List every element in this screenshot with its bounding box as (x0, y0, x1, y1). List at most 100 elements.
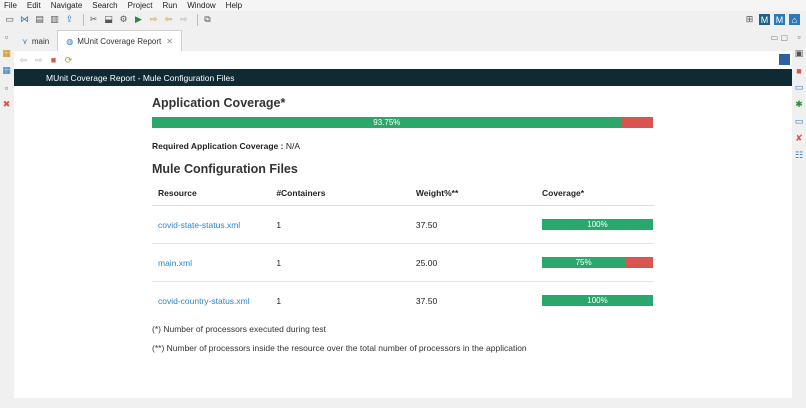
console-icon[interactable]: ▭ (794, 82, 805, 93)
perspective-switcher: ⊞ M M ⌂ (740, 14, 800, 25)
tools-icon[interactable]: ✂ (88, 14, 99, 25)
tab-munit-coverage-report[interactable]: ◍ MUnit Coverage Report ✕ (57, 30, 182, 51)
coverage-bar: 75% (542, 257, 653, 268)
resource-link[interactable]: covid-country-status.xml (158, 296, 250, 306)
column-header-containers: #Containers (270, 181, 410, 206)
mule-connect-icon[interactable]: ⋈ (19, 14, 30, 25)
table-header-row: Resource #Containers Weight%** Coverage* (152, 181, 654, 206)
application-coverage-bar: 93.75% (152, 117, 653, 128)
column-header-coverage: Coverage* (536, 181, 654, 206)
left-trim-bar: ▫ ▦ ▦ ▫ ✖ (0, 28, 14, 408)
refresh-icon[interactable]: ⟳ (63, 55, 74, 66)
mule-debugger-icon[interactable]: ✱ (794, 99, 805, 110)
table-row: main.xml 1 25.00 75% (152, 243, 654, 282)
menu-edit[interactable]: Edit (27, 1, 41, 10)
report-title: MUnit Coverage Report - Mule Configurati… (46, 72, 235, 83)
weight-cell: 37.50 (415, 295, 438, 306)
outline-icon[interactable]: ▦ (1, 65, 12, 76)
new-icon[interactable]: ▭ (4, 14, 15, 25)
uncovered-portion (625, 257, 653, 268)
browser-toolbar: ⇦ ⇨ ■ ⟳ (14, 51, 792, 69)
report-content: Application Coverage* 93.75% Required Ap… (14, 86, 792, 398)
containers-cell: 1 (270, 205, 410, 244)
restore-icon[interactable]: ▫ (1, 82, 12, 93)
anypoint-perspective-icon[interactable]: ⌂ (789, 14, 800, 25)
toolbar-separator (83, 13, 84, 26)
coverage-bar: 100% (542, 219, 653, 230)
problems-icon[interactable]: ■ (794, 65, 805, 76)
publish-icon[interactable]: ⇪ (64, 14, 75, 25)
resource-link[interactable]: main.xml (158, 258, 192, 268)
mule-palette-icon[interactable]: ✖ (1, 99, 12, 110)
required-coverage-value: N/A (285, 141, 301, 151)
column-header-resource: Resource (152, 181, 271, 206)
covered-portion: 100% (542, 295, 653, 306)
munit-icon[interactable]: ▭ (794, 116, 805, 127)
editor-tab-bar: ⋎ main ◍ MUnit Coverage Report ✕ ▭ ▢ (14, 29, 792, 51)
menu-run[interactable]: Run (163, 1, 178, 10)
minimize-maximize-controls[interactable]: ▭ ▢ (771, 33, 788, 42)
back-icon[interactable]: ⇦ (18, 55, 29, 66)
restore-icon[interactable]: ▫ (794, 31, 805, 42)
tab-label: main (31, 36, 50, 46)
back-icon[interactable]: ⇦ (163, 14, 174, 25)
mule-configuration-files-title: Mule Configuration Files (152, 162, 298, 176)
stop-icon[interactable]: ■ (48, 55, 59, 66)
coverage-percent-label: 100% (587, 220, 608, 229)
debug-perspective-icon[interactable]: M (774, 14, 785, 25)
forward-icon[interactable]: ⇨ (33, 55, 44, 66)
globe-icon: ◍ (66, 36, 74, 46)
menu-bar: File Edit Navigate Search Project Run Wi… (0, 0, 806, 11)
coverage-percent-label: 75% (575, 258, 592, 267)
right-trim-bar: ▫ ▣ ■ ▭ ✱ ▭ ✘ ☷ (792, 28, 806, 408)
deploy-icon[interactable]: ⬓ (103, 14, 114, 25)
mule-flow-icon: ⋎ (22, 36, 28, 46)
menu-window[interactable]: Window (187, 1, 215, 10)
coverage-bar: 100% (542, 295, 653, 306)
open-in-browser-icon[interactable] (779, 54, 790, 65)
column-header-weight: Weight%** (409, 181, 536, 206)
munit-coverage-icon[interactable]: ☷ (794, 150, 805, 161)
save-icon[interactable]: ▤ (34, 14, 45, 25)
properties-icon[interactable]: ▣ (794, 48, 805, 59)
open-perspective-icon[interactable]: ⊞ (744, 14, 755, 25)
main-toolbar: ▭ ⋈ ▤ ▥ ⇪ ✂ ⬓ ⚙ ▶ ⇨ ⇦ ⇨ ⧉ ⊞ M M ⌂ (0, 11, 806, 28)
table-row: covid-country-status.xml 1 37.50 100% (152, 282, 654, 320)
close-icon[interactable]: ✕ (166, 37, 173, 46)
covered-portion: 100% (542, 219, 653, 230)
coverage-percent-label: 93.75% (373, 118, 401, 127)
restore-icon[interactable]: ▫ (1, 31, 12, 42)
munit-errors-icon[interactable]: ✘ (794, 133, 805, 144)
containers-cell: 1 (270, 243, 410, 282)
menu-help[interactable]: Help (226, 1, 242, 10)
open-perspective-icon[interactable]: ⧉ (202, 14, 213, 25)
menu-search[interactable]: Search (92, 1, 117, 10)
footnote-executed: (*) Number of processors executed during… (152, 324, 326, 334)
weight-cell: 25.00 (409, 243, 536, 282)
debug-icon[interactable]: ⚙ (118, 14, 129, 25)
save-all-icon[interactable]: ▥ (49, 14, 60, 25)
footnote-weight: (**) Number of processors inside the res… (152, 343, 527, 353)
menu-project[interactable]: Project (128, 1, 153, 10)
required-coverage: Required Application Coverage : N/A (152, 141, 300, 151)
uncovered-portion (621, 117, 653, 128)
menu-file[interactable]: File (4, 1, 17, 10)
covered-portion: 93.75% (152, 117, 622, 128)
coverage-table: Resource #Containers Weight%** Coverage*… (152, 181, 654, 319)
package-explorer-icon[interactable]: ▦ (1, 48, 12, 59)
toolbar-separator (197, 13, 198, 26)
required-coverage-label: Required Application Coverage : (152, 141, 284, 151)
run-icon[interactable]: ▶ (133, 14, 144, 25)
mule-design-perspective-icon[interactable]: M (759, 14, 770, 25)
coverage-percent-label: 100% (587, 296, 608, 305)
external-tools-icon[interactable]: ⇨ (148, 14, 159, 25)
report-header: MUnit Coverage Report - Mule Configurati… (14, 69, 792, 86)
application-coverage-title: Application Coverage* (152, 96, 286, 110)
menu-navigate[interactable]: Navigate (51, 1, 83, 10)
weight-cell: 37.50 (409, 205, 536, 244)
resource-link[interactable]: covid-state-status.xml (158, 220, 240, 230)
tab-main[interactable]: ⋎ main (14, 31, 57, 51)
forward-icon[interactable]: ⇨ (178, 14, 189, 25)
containers-cell: 1 (276, 295, 282, 306)
covered-portion: 75% (542, 257, 626, 268)
